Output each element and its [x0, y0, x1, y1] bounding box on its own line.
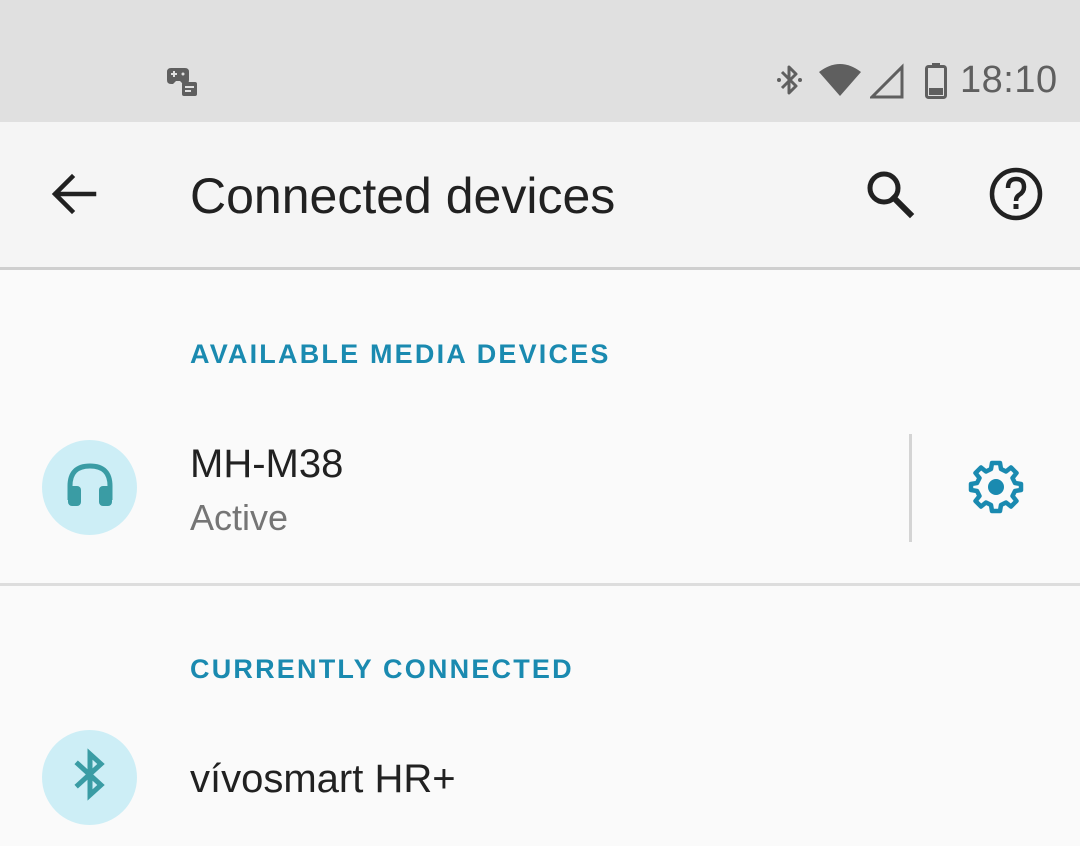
page-title: Connected devices: [190, 168, 616, 224]
status-bar: 18:10: [0, 0, 1080, 122]
wifi-icon: [818, 62, 862, 100]
device-name: vívosmart HR+: [190, 757, 456, 801]
device-status: Active: [190, 497, 289, 538]
headphones-icon: [65, 460, 115, 515]
bluetooth-icon: [775, 62, 805, 100]
status-time: 18:10: [960, 59, 1058, 101]
section-divider: [0, 583, 1080, 586]
search-button[interactable]: [842, 148, 938, 244]
connected-devices-screen: 18:10 Connected devices AVAILABLE MEDIA …: [0, 0, 1080, 846]
gear-icon: [968, 458, 1024, 519]
bluetooth-icon: [70, 748, 110, 807]
help-button[interactable]: [968, 148, 1064, 244]
section-header-available-media: AVAILABLE MEDIA DEVICES: [190, 339, 611, 369]
cell-signal-icon: [868, 62, 904, 100]
section-header-currently-connected: CURRENTLY CONNECTED: [190, 654, 574, 684]
arrow-back-icon: [50, 170, 98, 223]
device-avatar: [42, 730, 137, 825]
search-icon: [864, 168, 916, 225]
battery-icon: [924, 62, 948, 100]
row-divider-vertical: [909, 434, 912, 542]
help-icon: [988, 166, 1044, 227]
device-name: MH-M38: [190, 442, 344, 486]
device-avatar: [42, 440, 137, 535]
device-row-vivosmart[interactable]: vívosmart HR+: [0, 712, 1080, 846]
back-button[interactable]: [26, 148, 122, 244]
game-controller-notification-icon: [163, 66, 199, 98]
device-settings-button[interactable]: [948, 440, 1044, 536]
app-bar: Connected devices: [0, 122, 1080, 270]
device-row-mh-m38[interactable]: MH-M38 Active: [0, 412, 1080, 582]
